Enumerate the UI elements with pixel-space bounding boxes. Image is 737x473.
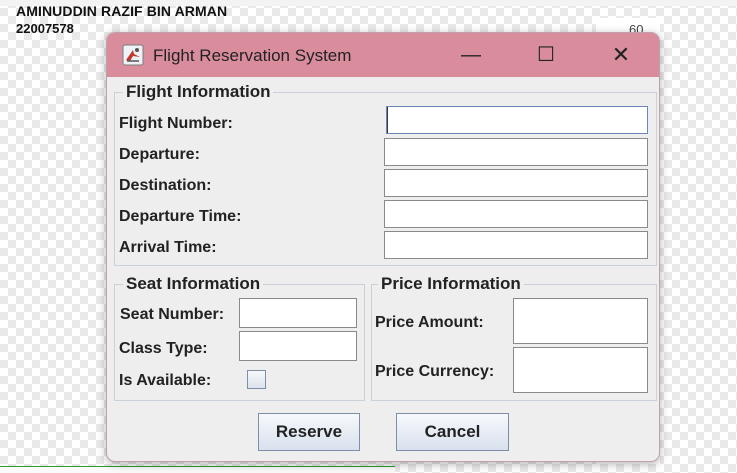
price-amount-input[interactable] bbox=[513, 298, 648, 344]
title-bar[interactable]: Flight Reservation System — ☐ ✕ bbox=[107, 33, 659, 77]
window-title: Flight Reservation System bbox=[153, 46, 352, 65]
close-icon[interactable]: ✕ bbox=[603, 39, 639, 71]
is-available-checkbox[interactable] bbox=[247, 370, 266, 389]
arrival-time-label: Arrival Time: bbox=[119, 239, 217, 256]
flight-number-input[interactable] bbox=[386, 106, 648, 134]
flight-information-title: Flight Information bbox=[123, 82, 274, 102]
minimize-icon[interactable]: — bbox=[453, 39, 489, 71]
price-currency-label: Price Currency: bbox=[375, 363, 495, 380]
is-available-label: Is Available: bbox=[119, 372, 212, 389]
flight-number-label: Flight Number: bbox=[119, 115, 233, 132]
class-type-label: Class Type: bbox=[119, 340, 208, 357]
class-type-input[interactable] bbox=[239, 331, 357, 361]
java-app-icon bbox=[122, 44, 144, 66]
departure-input[interactable] bbox=[384, 138, 648, 166]
destination-input[interactable] bbox=[384, 169, 648, 197]
price-amount-label: Price Amount: bbox=[375, 314, 484, 331]
departure-time-label: Departure Time: bbox=[119, 208, 242, 225]
seat-number-input[interactable] bbox=[239, 298, 357, 328]
departure-time-input[interactable] bbox=[384, 200, 648, 228]
maximize-icon[interactable]: ☐ bbox=[528, 39, 564, 71]
destination-label: Destination: bbox=[119, 177, 212, 194]
reserve-button[interactable]: Reserve bbox=[258, 413, 360, 451]
arrival-time-input[interactable] bbox=[384, 231, 648, 259]
background-student-id: 22007578 bbox=[16, 21, 74, 36]
seat-number-label: Seat Number: bbox=[120, 306, 225, 323]
seat-information-title: Seat Information bbox=[123, 274, 264, 294]
cancel-button[interactable]: Cancel bbox=[396, 413, 509, 451]
background-student-name: AMINUDDIN RAZIF BIN ARMAN bbox=[16, 3, 228, 19]
flight-reservation-window: Flight Reservation System — ☐ ✕ Flight I… bbox=[106, 32, 660, 462]
price-information-title: Price Information bbox=[378, 274, 524, 294]
departure-label: Departure: bbox=[119, 146, 200, 163]
price-currency-input[interactable] bbox=[513, 347, 648, 393]
